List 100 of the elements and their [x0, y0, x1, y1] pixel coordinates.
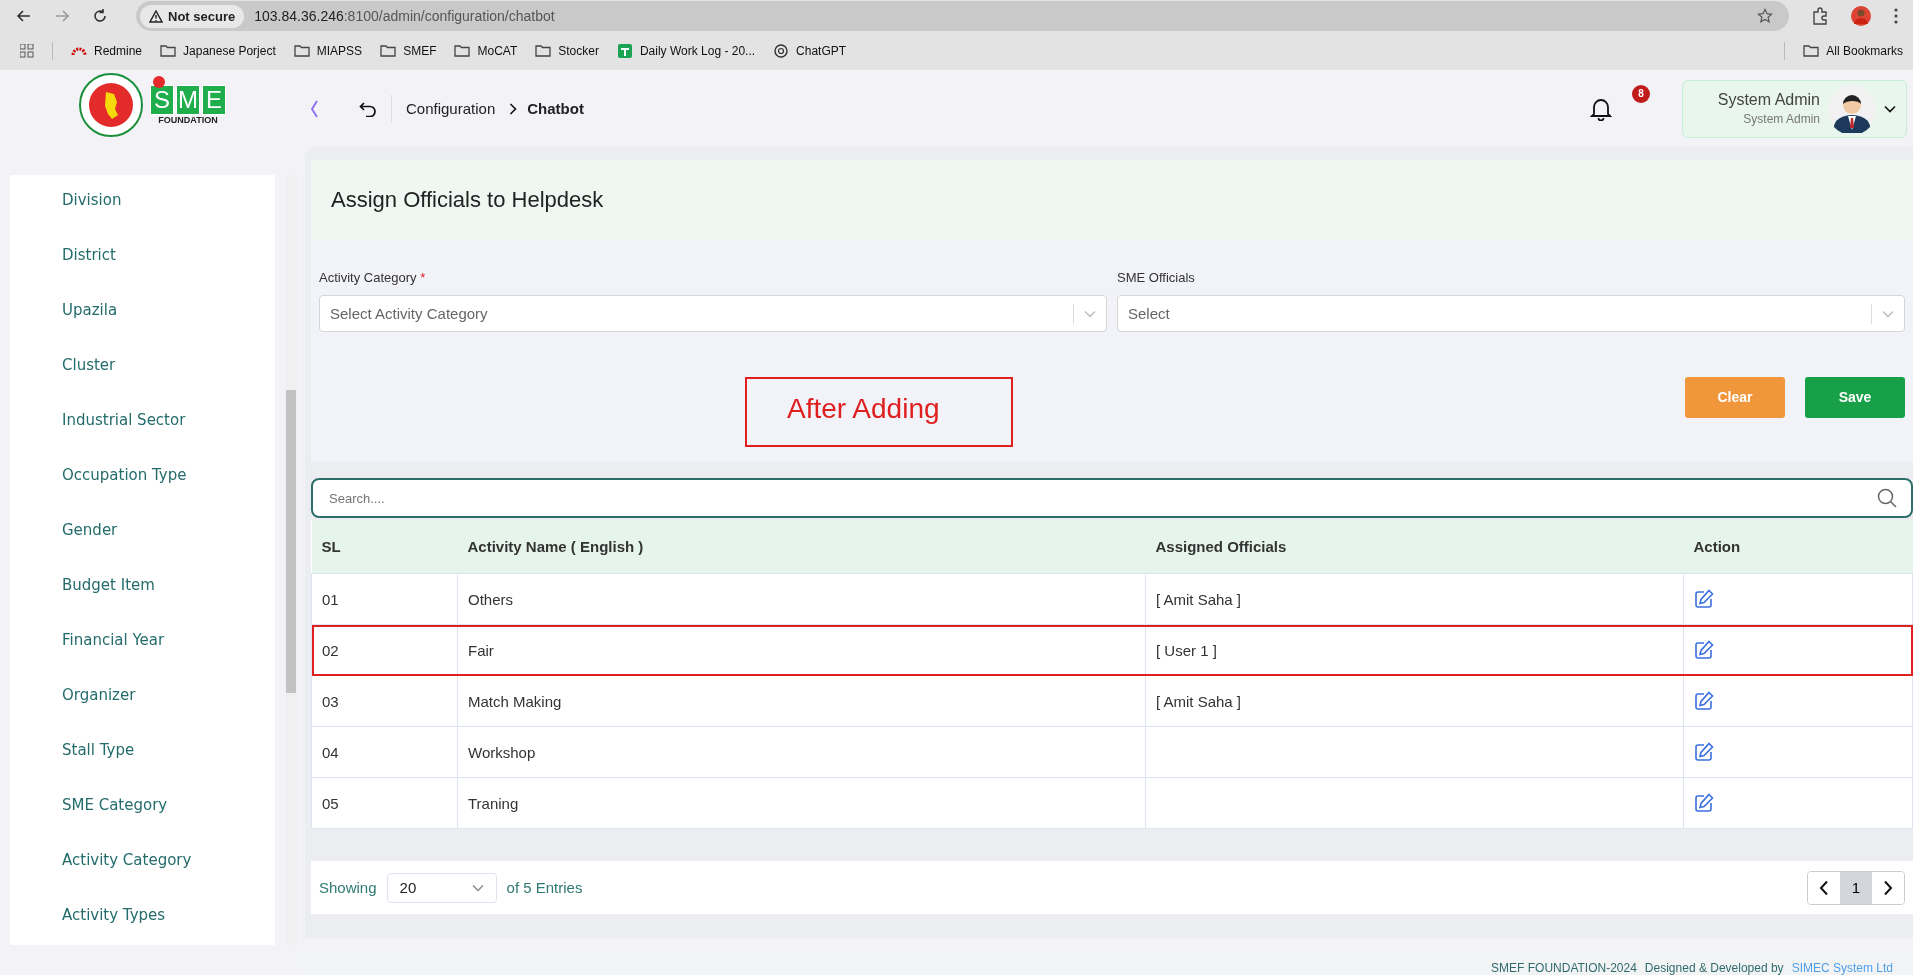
- logo-subtitle: FOUNDATION: [158, 115, 218, 125]
- scrollbar[interactable]: [285, 175, 297, 945]
- search-field[interactable]: Search....: [311, 478, 1913, 518]
- back-icon[interactable]: [16, 8, 32, 24]
- select-field[interactable]: Select Activity Category: [319, 295, 1107, 332]
- chevron-down-icon: [1884, 104, 1896, 113]
- breadcrumb-current: Chatbot: [527, 100, 584, 117]
- bookmark[interactable]: Stocker: [535, 43, 599, 59]
- bookmark[interactable]: SMEF: [380, 43, 437, 59]
- sidebar-item[interactable]: Organizer: [62, 670, 275, 725]
- undo-icon[interactable]: [359, 100, 377, 117]
- showing-label: Showing: [319, 879, 377, 896]
- column-header: Activity Name ( English ): [457, 520, 1146, 574]
- chevron-down-icon: [471, 883, 484, 892]
- bookmark[interactable]: MIAPSS: [293, 43, 363, 59]
- sidebar-item[interactable]: Activity Types: [62, 890, 275, 945]
- table-cell: [ Amit Saha ]: [1145, 675, 1684, 727]
- column-header: Assigned Officials: [1145, 520, 1684, 574]
- search-input[interactable]: Search....: [327, 489, 1877, 507]
- search-icon: [1877, 488, 1897, 508]
- page-title: Assign Officials to Helpdesk: [331, 187, 604, 213]
- security-chip[interactable]: Not secure: [140, 4, 245, 28]
- breadcrumb-link[interactable]: Configuration: [406, 100, 496, 117]
- column-header: Action: [1683, 520, 1913, 574]
- logo-letter: S: [150, 85, 174, 115]
- chevron-left-icon[interactable]: [1819, 879, 1829, 896]
- knot-icon: [773, 43, 790, 59]
- save-button[interactable]: Save: [1805, 376, 1905, 418]
- table-cell: Workshop: [457, 726, 1146, 778]
- sidebar-item[interactable]: SME Category: [62, 780, 275, 835]
- notification-badge: 8: [1632, 84, 1650, 103]
- page-size-select[interactable]: 20: [386, 872, 497, 903]
- sidebar-item[interactable]: Industrial Sector: [62, 395, 275, 450]
- address-bar[interactable]: Not secure 103.84.36.246:8100/admin/configuration/chatbot: [136, 1, 1789, 31]
- bookmark[interactable]: Japanese Porject: [160, 43, 276, 59]
- table-cell: 02: [311, 624, 458, 676]
- chevron-right-icon[interactable]: [1883, 879, 1893, 896]
- chevron-down-icon: [1882, 309, 1894, 318]
- star-icon[interactable]: [1757, 8, 1773, 24]
- avatar-icon: [1828, 84, 1876, 133]
- reload-icon[interactable]: [92, 8, 108, 24]
- entries-label: of 5 Entries: [506, 879, 583, 896]
- folder-icon: [293, 43, 310, 59]
- bookmark[interactable]: All Bookmarks: [1803, 43, 1903, 59]
- page-button[interactable]: 1: [1840, 871, 1872, 904]
- folder-icon: [1803, 43, 1820, 59]
- footer-text: SMEF FOUNDATION-2024: [1491, 961, 1637, 975]
- bell-icon[interactable]: [1590, 96, 1612, 121]
- collapse-chevron-icon[interactable]: [309, 98, 319, 119]
- sidebar-item[interactable]: Budget Item: [62, 560, 275, 615]
- url-text[interactable]: 103.84.36.246:8100/admin/configuration/chatbot: [254, 8, 555, 24]
- sidebar-item[interactable]: Cluster: [62, 340, 275, 395]
- folder-icon: [380, 43, 397, 59]
- folder-icon: [535, 43, 552, 59]
- select-field[interactable]: Select: [1117, 295, 1905, 332]
- sidebar-item[interactable]: Activity Category: [62, 835, 275, 890]
- edit-icon[interactable]: [1694, 793, 1714, 813]
- user-role: System Admin: [1742, 112, 1820, 126]
- spreadsheet-icon: [616, 43, 633, 59]
- table-cell: Others: [457, 573, 1146, 625]
- apps-grid-icon[interactable]: [20, 44, 34, 58]
- table-cell: 01: [311, 573, 458, 625]
- sidebar-item[interactable]: Upazila: [62, 285, 275, 340]
- edit-icon[interactable]: [1694, 589, 1714, 609]
- table-cell: 05: [311, 777, 458, 829]
- table-cell: 04: [311, 726, 458, 778]
- edit-icon[interactable]: [1694, 640, 1714, 660]
- edit-icon[interactable]: [1694, 742, 1714, 762]
- bookmark[interactable]: Daily Work Log - 20...: [616, 43, 756, 59]
- annotation-label: After Adding: [745, 377, 1013, 447]
- table-cell: Traning: [457, 777, 1146, 829]
- folder-icon: [454, 43, 471, 59]
- field-label: Activity Category *: [319, 270, 427, 285]
- logo-letter: E: [202, 85, 226, 115]
- sidebar-item[interactable]: Financial Year: [62, 615, 275, 670]
- table-cell: [ Amit Saha ]: [1145, 573, 1684, 625]
- warning-icon[interactable]: [149, 9, 163, 23]
- user-name: System Admin: [1717, 91, 1820, 109]
- bookmark[interactable]: Redmine: [71, 43, 143, 59]
- sidebar-item[interactable]: Gender: [62, 505, 275, 560]
- profile-avatar-icon[interactable]: [1851, 6, 1871, 26]
- sidebar-item[interactable]: Division: [62, 175, 275, 230]
- logo-dot: [153, 76, 165, 88]
- extensions-icon[interactable]: [1811, 7, 1829, 25]
- chevron-down-icon: [1084, 309, 1096, 318]
- chevron-right-icon: [509, 102, 518, 115]
- sidebar-item[interactable]: District: [62, 230, 275, 285]
- more-menu-icon[interactable]: [1893, 7, 1899, 25]
- edit-icon[interactable]: [1694, 691, 1714, 711]
- bookmark[interactable]: MoCAT: [454, 43, 518, 59]
- user-menu[interactable]: System Admin System Admin: [1682, 79, 1907, 138]
- field-label: SME Officials: [1117, 270, 1196, 285]
- table-cell: 03: [311, 675, 458, 727]
- footer-text: Designed & Developed by: [1644, 961, 1784, 975]
- sidebar-item[interactable]: Occupation Type: [62, 450, 275, 505]
- bookmark[interactable]: ChatGPT: [773, 43, 847, 59]
- folder-icon: [160, 43, 177, 59]
- sidebar-item[interactable]: Stall Type: [62, 725, 275, 780]
- column-header: SL: [311, 520, 458, 574]
- table-cell: Match Making: [457, 675, 1146, 727]
